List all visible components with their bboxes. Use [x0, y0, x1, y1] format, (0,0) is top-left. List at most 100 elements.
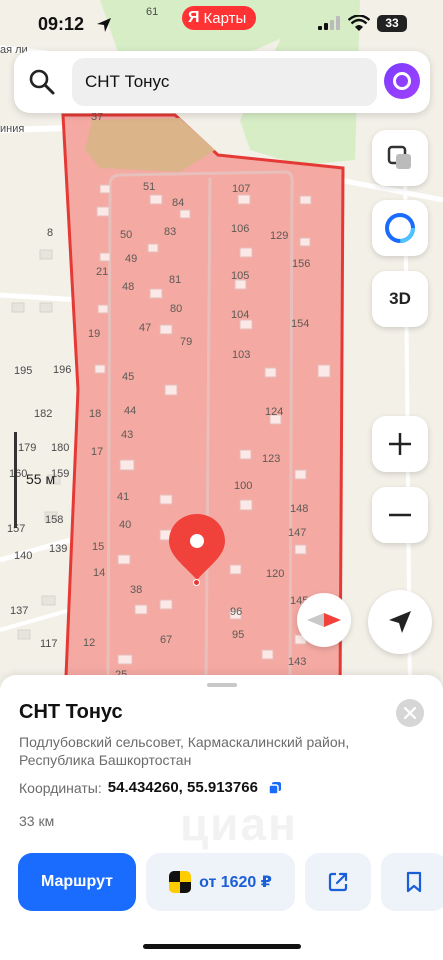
share-button[interactable]: [305, 853, 371, 911]
plot-number: 156: [292, 258, 311, 270]
plot-number: 12: [83, 637, 96, 649]
pin-point: [193, 579, 200, 586]
plot-number: 107: [232, 183, 251, 195]
plot-number: 148: [290, 503, 309, 515]
taxi-button[interactable]: от 1620 ₽: [146, 853, 295, 911]
share-icon: [328, 872, 348, 892]
plot-number: 81: [169, 274, 182, 286]
battery-icon: 33: [377, 15, 407, 32]
layers-icon: [387, 145, 411, 169]
plot-number: 139: [49, 543, 68, 555]
bookmark-button[interactable]: [381, 853, 443, 911]
alice-ring-icon: [385, 213, 415, 243]
zoom-in-button[interactable]: [372, 416, 428, 472]
plot-number: 123: [262, 453, 281, 465]
plot-number: 103: [232, 349, 251, 361]
place-title: СНТ Тонус: [19, 701, 123, 723]
alice-icon[interactable]: [384, 63, 420, 99]
plot-number: 120: [266, 568, 285, 580]
coordinates-label: Координаты:: [19, 779, 102, 796]
plot-number: 49: [125, 253, 138, 265]
route-button[interactable]: Маршрут: [18, 853, 136, 911]
app-brand-badge[interactable]: Я Карты: [182, 6, 257, 30]
navigation-arrow-icon: [389, 611, 411, 633]
plot-number: 45: [122, 371, 135, 383]
coordinates-value[interactable]: 54.434260, 55.913766: [108, 779, 258, 796]
copy-icon[interactable]: [268, 781, 282, 795]
alice-map-button[interactable]: [372, 200, 428, 256]
watermark: циан: [180, 798, 298, 850]
plot-number: 80: [170, 303, 183, 315]
location-arrow-icon: [97, 18, 111, 32]
plot-number: 158: [45, 514, 64, 526]
place-address: Подлубовский сельсовет, Кармаскалинский …: [19, 734, 350, 768]
plot-number: 95: [232, 629, 245, 641]
route-button-label: Маршрут: [40, 873, 114, 890]
plot-number: 47: [139, 322, 152, 334]
search-icon[interactable]: [28, 68, 56, 96]
distance-text: 33 км: [19, 813, 55, 829]
status-time: 09:12: [38, 14, 85, 34]
plot-number: 180: [51, 442, 70, 454]
my-location-button[interactable]: [368, 590, 432, 654]
3d-button[interactable]: 3D: [372, 271, 428, 327]
taxi-icon: [169, 871, 192, 893]
plot-number: 117: [40, 638, 58, 650]
plot-number: 143: [288, 656, 307, 668]
plus-icon: [389, 433, 411, 455]
plot-number: 79: [180, 336, 193, 348]
plot-number: 51: [143, 181, 156, 193]
plot-number: 21: [96, 266, 109, 278]
plot-number: 40: [119, 519, 132, 531]
layers-button[interactable]: [372, 130, 428, 186]
scale-label: 55 м: [26, 471, 56, 487]
plot-number: 50: [120, 229, 133, 241]
zoom-out-button[interactable]: [372, 487, 428, 543]
sheet-grabber[interactable]: [207, 683, 237, 687]
close-icon: [404, 707, 416, 719]
plot-number: 67: [160, 634, 173, 646]
location-pin-icon[interactable]: [169, 514, 225, 580]
plot-number: 41: [117, 491, 130, 503]
plot-number: 8: [47, 227, 54, 239]
plot-number: 48: [122, 281, 135, 293]
plot-number: 44: [124, 405, 137, 417]
plot-number: 196: [53, 364, 72, 376]
wifi-icon: [348, 15, 370, 31]
plot-number: 83: [164, 226, 177, 238]
plot-number: 18: [89, 408, 102, 420]
plot-number: 17: [91, 446, 104, 458]
plot-number: 147: [288, 527, 307, 539]
plot-number: 84: [172, 197, 185, 209]
3d-label: 3D: [389, 289, 411, 308]
scale-bar: [14, 432, 17, 528]
plot-number: 104: [231, 309, 250, 321]
plot-number: 124: [265, 406, 284, 418]
plot-number: 140: [14, 550, 33, 562]
plot-number: 100: [234, 480, 253, 492]
plot-number: 38: [130, 584, 143, 596]
close-button[interactable]: [396, 699, 424, 727]
plot-number: 14: [93, 567, 106, 579]
street-label: иния: [0, 123, 25, 135]
plot-number: 43: [121, 429, 134, 441]
minus-icon: [389, 513, 411, 517]
signal-icon: [318, 16, 340, 30]
bookmark-icon: [406, 871, 422, 893]
coordinates-row: Координаты: 54.434260, 55.913766: [19, 779, 282, 796]
plot-number: 129: [270, 230, 289, 242]
compass-button[interactable]: [297, 593, 351, 647]
plot-number: 105: [231, 270, 250, 282]
brand-name: Карты: [203, 9, 247, 27]
plot-number: 106: [231, 223, 250, 235]
status-bar: 09:12 Я Карты 33: [0, 0, 443, 48]
search-input[interactable]: СНТ Тонус: [72, 58, 377, 106]
plot-number: 154: [291, 318, 310, 330]
plot-number: 15: [92, 541, 105, 553]
plot-number: 96: [230, 606, 243, 618]
plot-number: 19: [88, 328, 101, 340]
place-card-sheet: циан СНТ Тонус Подлубовский сельсовет, К…: [0, 675, 443, 960]
taxi-price: от 1620 ₽: [199, 874, 272, 891]
plot-number: 195: [14, 365, 33, 377]
search-bar: СНТ Тонус: [14, 51, 430, 113]
